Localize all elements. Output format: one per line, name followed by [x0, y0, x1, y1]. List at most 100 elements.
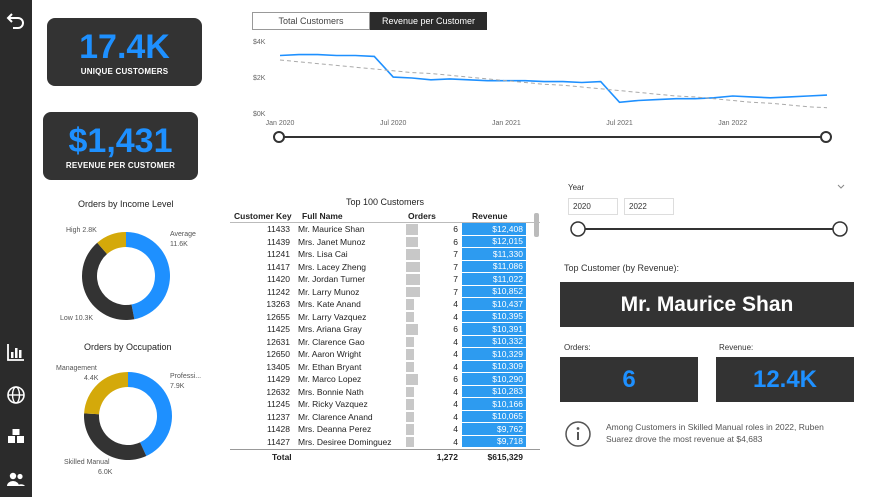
x-tick-label: Jul 2020 [380, 120, 407, 127]
top-customer-orders-value: 6 [560, 357, 698, 402]
cell-orders: 4 [406, 411, 462, 424]
cell-orders: 6 [406, 236, 462, 249]
cell-orders: 4 [406, 386, 462, 399]
header-full-name[interactable]: Full Name [300, 211, 406, 221]
users-icon[interactable] [4, 467, 28, 491]
cell-customer-key: 11433 [266, 224, 290, 235]
header-revenue[interactable]: Revenue [462, 209, 526, 222]
year-range-slider[interactable] [568, 219, 850, 239]
occupation-professional-label: Professi... 7.9K [170, 373, 202, 390]
occupation-donut-title: Orders by Occupation [84, 342, 172, 352]
table-row[interactable]: 12631 Mr. Clarence Gao 4 $10,332 [230, 335, 540, 348]
y-tick-label: $0K [253, 111, 266, 118]
top-customer-revenue-value: 12.4K [716, 357, 854, 402]
revenue-series-line [279, 53, 828, 104]
occupation-donut-slice[interactable] [84, 413, 147, 460]
cell-orders: 6 [406, 223, 462, 236]
year-end-input[interactable]: 2022 [624, 198, 674, 215]
income-low-label: Low 10.3K [60, 315, 94, 322]
orders-databar [406, 236, 418, 247]
date-slider-start-handle[interactable] [273, 131, 285, 143]
occupation-donut-slice[interactable] [128, 372, 172, 457]
table-row[interactable]: 12632 Mrs. Bonnie Nath 4 $10,283 [230, 385, 540, 399]
table-row[interactable]: 11428 Mrs. Deanna Perez 4 $9,762 [230, 423, 540, 436]
cell-full-name: Mrs. Lacey Zheng [298, 261, 367, 272]
info-icon [565, 421, 591, 447]
insight-text: Among Customers in Skilled Manual roles … [606, 422, 824, 444]
top-customers-table: Top 100 Customers Customer Key Full Name… [230, 197, 540, 463]
header-orders[interactable]: Orders [406, 209, 462, 222]
orders-databar [406, 411, 414, 422]
cell-revenue: $10,329 [462, 348, 526, 361]
date-slider-end-handle[interactable] [820, 131, 832, 143]
table-row[interactable]: 11433 Mr. Maurice Shan 6 $12,408 [230, 223, 540, 236]
table-row[interactable]: 11417 Mrs. Lacey Zheng 7 $11,086 [230, 260, 540, 273]
top-customer-name: Mr. Maurice Shan [560, 282, 854, 327]
header-customer-key[interactable]: Customer Key [230, 211, 300, 221]
orders-databar [406, 249, 420, 260]
orders-databar [406, 299, 414, 310]
revenue-per-customer-card: $1,431 REVENUE PER CUSTOMER [43, 112, 198, 180]
table-row[interactable]: 11425 Mrs. Ariana Gray 6 $10,391 [230, 323, 540, 336]
cell-customer-key: 12655 [266, 311, 290, 322]
unique-customers-value: 17.4K [79, 28, 170, 66]
income-donut-slice[interactable] [81, 242, 135, 320]
table-row[interactable]: 12655 Mr. Larry Vazquez 4 $10,395 [230, 310, 540, 323]
cell-revenue: $9,762 [462, 423, 526, 436]
cell-full-name: Mrs. Janet Munoz [298, 236, 366, 247]
orders-databar [406, 436, 414, 447]
year-slider-start-handle[interactable] [570, 221, 586, 237]
cell-full-name: Mr. Larry Vazquez [298, 311, 367, 322]
cell-customer-key: 11241 [266, 249, 290, 260]
table-row[interactable]: 11429 Mr. Marco Lopez 6 $10,290 [230, 373, 540, 386]
cell-orders: 4 [406, 423, 462, 436]
top-customer-label: Top Customer (by Revenue): [564, 263, 680, 273]
cell-customer-key: 13263 [266, 299, 290, 310]
table-row[interactable]: 13263 Mrs. Kate Anand 4 $10,437 [230, 298, 540, 311]
revenue-per-customer-toggle[interactable]: Revenue per Customer [370, 12, 487, 30]
orders-label: Orders: [564, 343, 591, 352]
boxes-icon[interactable] [4, 424, 28, 448]
total-customers-toggle[interactable]: Total Customers [252, 12, 370, 30]
cell-revenue: $10,166 [462, 398, 526, 411]
table-body: 11433 Mr. Maurice Shan 6 $12,408 11439 Mrs. J… [230, 223, 540, 448]
cell-full-name: Mrs. Kate Anand [298, 299, 361, 310]
cell-revenue: $10,852 [462, 285, 526, 298]
cell-revenue: $11,022 [462, 273, 526, 286]
cell-revenue: $10,437 [462, 298, 526, 311]
cell-customer-key: 11417 [266, 261, 290, 272]
orders-databar [406, 374, 418, 385]
orders-databar [406, 261, 420, 272]
table-row[interactable]: 11420 Mr. Jordan Turner 7 $11,022 [230, 273, 540, 286]
table-row[interactable]: 11245 Mr. Ricky Vazquez 4 $10,166 [230, 398, 540, 411]
date-range-slider[interactable] [270, 128, 835, 148]
chevron-down-icon[interactable] [836, 183, 846, 191]
table-row[interactable]: 11237 Mr. Clarence Anand 4 $10,065 [230, 410, 540, 424]
back-arrow-icon[interactable] [4, 8, 28, 32]
table-row[interactable]: 11427 Mrs. Desiree Dominguez 4 $9,718 [230, 435, 540, 448]
table-row[interactable]: 12650 Mr. Aaron Wright 4 $10,329 [230, 348, 540, 361]
year-slider-end-handle[interactable] [832, 221, 848, 237]
total-orders: 1,272 [436, 451, 458, 462]
cell-revenue: $9,718 [462, 435, 526, 448]
orders-databar [406, 424, 414, 435]
cell-full-name: Mrs. Desiree Dominguez [298, 436, 392, 447]
table-row[interactable]: 11439 Mrs. Janet Munoz 6 $12,015 [230, 235, 540, 249]
income-donut-slice[interactable] [126, 232, 171, 320]
income-high-label: High 2.8K [66, 227, 97, 234]
orders-databar [406, 324, 418, 335]
globe-icon[interactable] [4, 383, 28, 407]
orders-databar [406, 361, 414, 372]
year-start-input[interactable]: 2020 [568, 198, 618, 215]
income-average-label: Average 11.6K [170, 231, 196, 248]
bar-chart-icon[interactable] [4, 340, 28, 364]
cell-orders: 6 [406, 373, 462, 386]
cell-customer-key: 11242 [266, 286, 290, 297]
table-row[interactable]: 11241 Mrs. Lisa Cai 7 $11,330 [230, 248, 540, 261]
x-tick-label: Jan 2022 [718, 120, 747, 127]
cell-revenue: $10,391 [462, 323, 526, 336]
table-row[interactable]: 13405 Mr. Ethan Bryant 4 $10,309 [230, 360, 540, 373]
table-scrollbar[interactable] [534, 213, 539, 237]
table-row[interactable]: 11242 Mr. Larry Munoz 7 $10,852 [230, 285, 540, 298]
cell-revenue: $10,290 [462, 373, 526, 386]
